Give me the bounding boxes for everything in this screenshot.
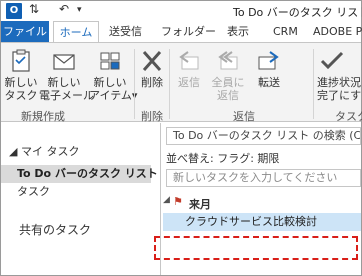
new-items-icon — [100, 52, 120, 70]
tab-home[interactable]: ホーム — [53, 21, 99, 43]
tab-view[interactable]: 表示 — [227, 21, 249, 42]
reply-all-button[interactable]: 全員に 返信 — [209, 49, 247, 102]
reply-icon — [179, 51, 199, 70]
sort-by-label[interactable]: 並べ替え: フラグ: 期限 — [166, 150, 279, 166]
envelope-icon — [53, 54, 75, 70]
delete-label: 削除 — [141, 76, 163, 89]
new-email-label: 新しい 電子メール — [39, 76, 94, 102]
shared-tasks-header[interactable]: 共有のタスク — [19, 221, 91, 238]
nav-item-tasks[interactable]: タスク — [1, 183, 151, 201]
tab-send-receive[interactable]: 送受信 — [109, 21, 142, 42]
title-bar: O ⇅ ↶ ▾ To Do バーのタスク リスト - — [1, 1, 362, 21]
group-respond-label: 返信 — [233, 110, 255, 123]
undo-icon[interactable]: ↶ — [59, 2, 69, 16]
ribbon: 新しい タスク 新しい 電子メール 新しい アイテム▾ 新規作成 削除 削除 返… — [1, 42, 362, 123]
group-label: 来月 — [189, 198, 211, 211]
ribbon-separator — [313, 49, 314, 119]
tab-crm[interactable]: CRM — [273, 21, 298, 42]
send-receive-icon[interactable]: ⇅ — [29, 2, 39, 16]
group-header-next-month[interactable]: ◢ ⚑ 来月 — [163, 195, 361, 211]
tab-adobe[interactable]: ADOBE P — [313, 21, 362, 42]
my-tasks-header[interactable]: ◢ マイ タスク — [9, 143, 79, 159]
ribbon-tabs: ファイル ホーム 送受信 フォルダー 表示 CRM ADOBE P — [1, 21, 362, 43]
delete-x-icon — [142, 51, 162, 71]
reply-all-icon — [218, 51, 238, 70]
reply-button[interactable]: 返信 — [173, 49, 205, 89]
forward-button[interactable]: 転送 — [253, 49, 285, 89]
group-new-label: 新規作成 — [21, 110, 65, 123]
checkmark-icon — [320, 51, 344, 70]
new-task-label: 新しい タスク — [4, 76, 38, 102]
highlight-annotation-box — [154, 236, 358, 260]
tab-folder[interactable]: フォルダー — [161, 21, 216, 42]
flag-icon: ⚑ — [173, 195, 183, 208]
tab-file[interactable]: ファイル — [1, 21, 49, 42]
group-task-label: タスク — [335, 110, 362, 123]
window-title: To Do バーのタスク リスト - — [233, 6, 362, 19]
ribbon-separator — [134, 49, 135, 119]
new-items-button[interactable]: 新しい アイテム▾ — [89, 49, 137, 102]
group-delete-label: 削除 — [141, 110, 163, 123]
new-items-label: 新しい アイテム▾ — [89, 76, 138, 102]
task-row[interactable]: クラウドサービス比較検討 — [163, 213, 361, 231]
new-task-button[interactable]: 新しい タスク — [3, 49, 39, 102]
collapse-triangle-icon[interactable]: ◢ — [163, 195, 170, 205]
new-task-input[interactable]: 新しいタスクを入力してください — [166, 169, 361, 187]
progress-complete-button[interactable]: 進捗状況 完了にす — [317, 49, 362, 102]
delete-button[interactable]: 削除 — [137, 49, 167, 89]
reply-all-label: 全員に 返信 — [211, 76, 245, 102]
new-email-button[interactable]: 新しい 電子メール — [39, 49, 94, 102]
navigation-pane: ◢ マイ タスク To Do バーのタスク リスト タスク 共有のタスク — [1, 123, 158, 275]
search-input[interactable]: To Do バーのタスク リスト の検索 (Ctrl+E) — [166, 127, 361, 145]
task-clipboard-icon — [12, 49, 30, 72]
ribbon-separator — [169, 49, 170, 119]
forward-label: 転送 — [258, 76, 280, 89]
reply-label: 返信 — [178, 76, 200, 89]
progress-label: 進捗状況 完了にす — [317, 76, 362, 102]
quick-access-menu-icon[interactable]: ▾ — [77, 5, 82, 15]
nav-item-todo-bar-task-list[interactable]: To Do バーのタスク リスト — [1, 165, 158, 183]
outlook-icon[interactable]: O — [6, 3, 22, 19]
forward-icon — [258, 51, 279, 70]
